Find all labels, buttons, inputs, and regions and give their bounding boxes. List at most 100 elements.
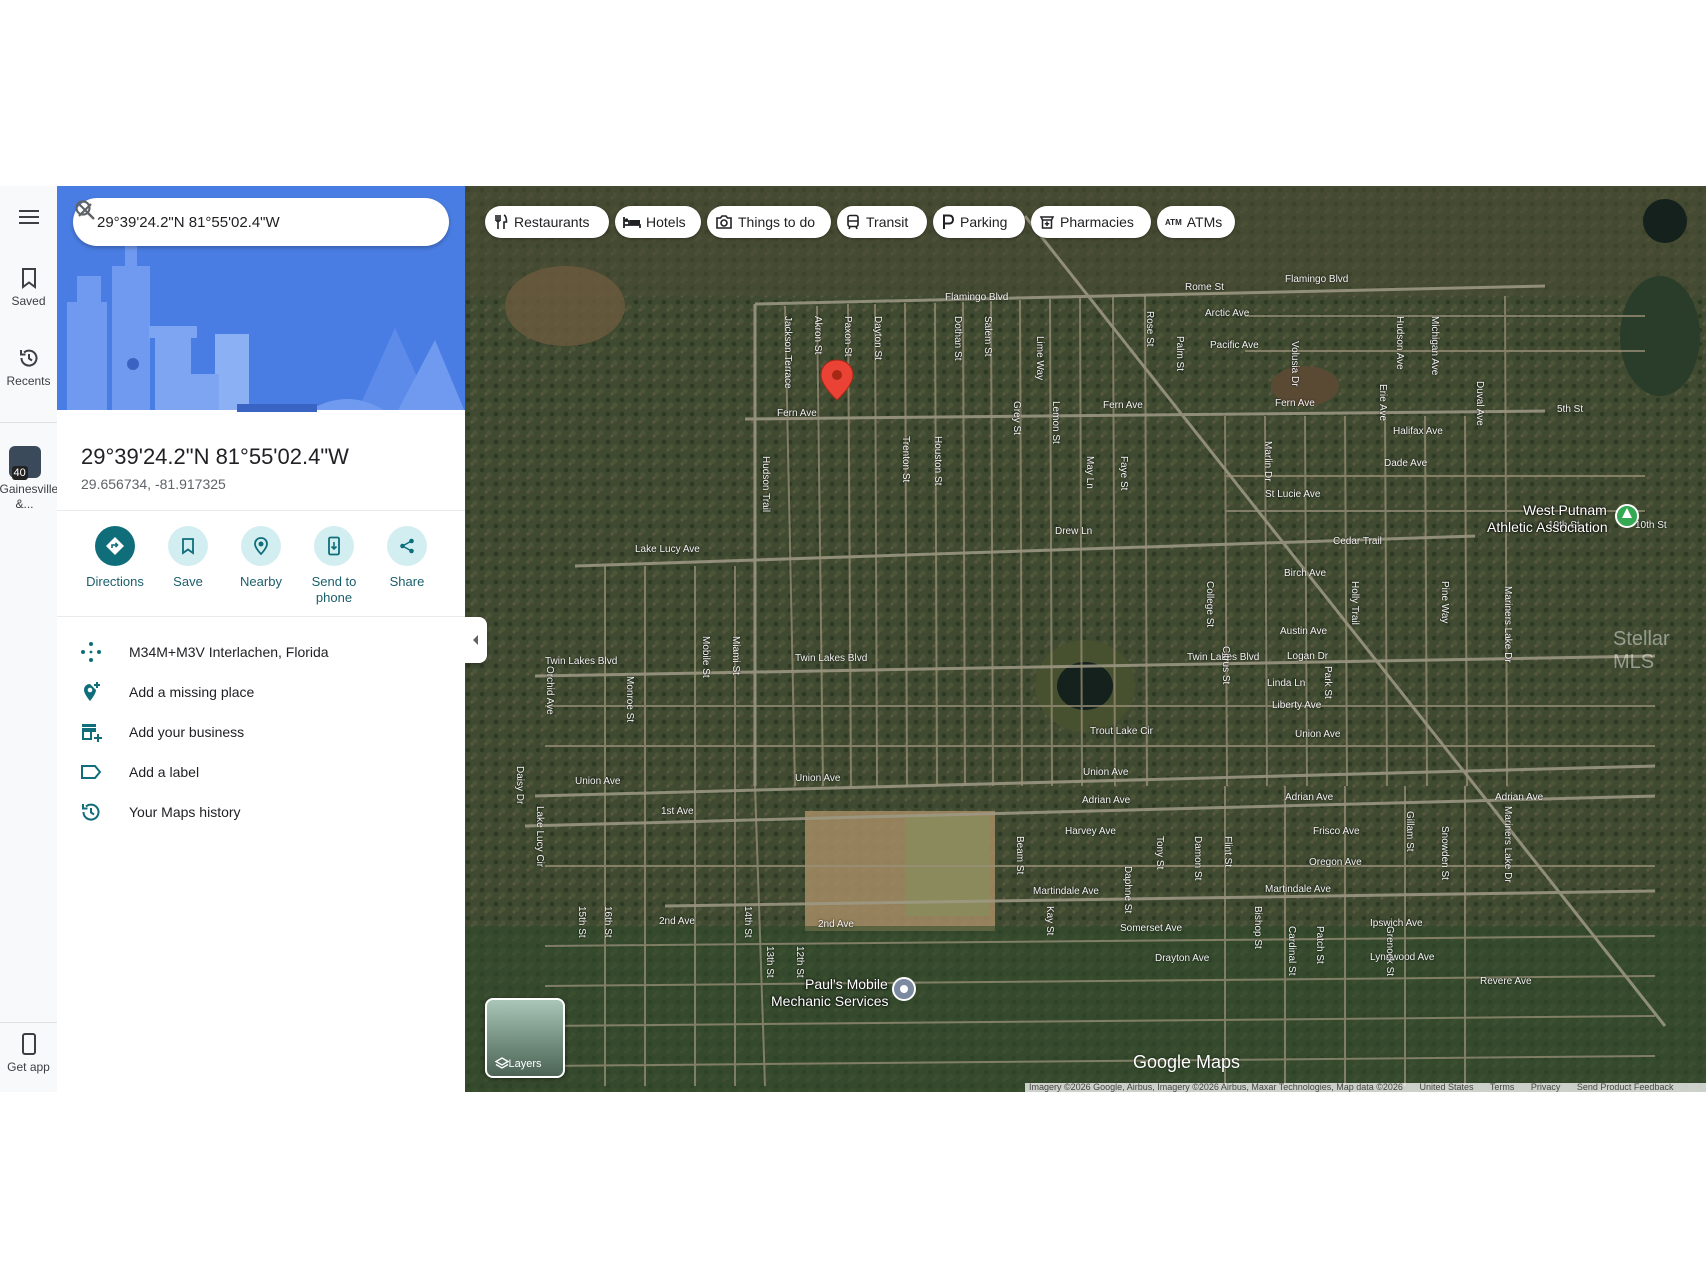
add-missing-place-row[interactable]: Add a missing place [57, 672, 465, 712]
restaurant-icon [495, 214, 508, 229]
street-label: Liberty Ave [1272, 700, 1322, 711]
rail-recent-place-button[interactable]: 40 Gainesville &... [0, 446, 58, 512]
directions-label: Directions [86, 574, 144, 589]
layers-button[interactable]: Layers [485, 998, 565, 1078]
chip-pharmacies[interactable]: Pharmacies [1031, 206, 1151, 238]
label-icon [81, 765, 102, 779]
privacy-link[interactable]: Privacy [1531, 1083, 1561, 1092]
directions-button[interactable]: Directions [79, 526, 151, 590]
maps-history-row[interactable]: Your Maps history [57, 792, 465, 832]
street-label: Oregon Ave [1309, 857, 1362, 868]
chip-atms[interactable]: ATM ATMs [1157, 206, 1235, 238]
street-label: Halifax Ave [1393, 426, 1443, 437]
street-label: Martindale Ave [1265, 884, 1331, 895]
chip-transit[interactable]: Transit [837, 206, 927, 238]
save-label: Save [173, 574, 203, 589]
chip-things-to-do[interactable]: Things to do [707, 206, 831, 238]
street-label: Austin Ave [1280, 626, 1328, 637]
search-input[interactable] [97, 212, 337, 232]
street-label: Twin Lakes Blvd [795, 653, 868, 664]
street-label: Gillam St [1404, 811, 1415, 852]
street-label: 16th St [602, 906, 613, 938]
rail-recents-button[interactable]: Recents [0, 346, 57, 388]
chip-restaurants-label: Restaurants [514, 214, 590, 230]
street-label: Houston St [932, 436, 943, 486]
street-label: Ipswich Ave [1370, 918, 1423, 929]
poi-label-west-putnam-line1[interactable]: West Putnam [1523, 502, 1607, 518]
camera-icon [716, 215, 732, 229]
street-label: 5th St [1557, 404, 1584, 415]
street-label: Grenock St [1384, 926, 1395, 977]
menu-icon [18, 210, 39, 224]
nearby-button[interactable]: Nearby [225, 526, 297, 590]
menu-button[interactable] [0, 208, 57, 230]
bookmark-icon [168, 526, 208, 566]
add-label-text: Add a label [129, 764, 200, 780]
street-label: Logan Dr [1287, 651, 1329, 662]
chip-hotels[interactable]: Hotels [615, 206, 701, 238]
close-icon[interactable] [73, 198, 97, 222]
rail-get-app-label: Get app [7, 1060, 50, 1074]
rail-get-app-button[interactable]: Get app [0, 1032, 57, 1074]
poi-label-west-putnam-line2[interactable]: Athletic Association [1487, 519, 1608, 535]
street-label: Rose St [1144, 311, 1155, 347]
street-label: Jackson Terrace [782, 316, 793, 389]
add-location-icon [84, 682, 100, 701]
street-label: Bishop St [1252, 906, 1263, 949]
street-label: Union Ave [1083, 767, 1129, 778]
chip-restaurants[interactable]: Restaurants [485, 206, 609, 238]
street-label: Union Ave [1295, 729, 1341, 740]
chip-parking[interactable]: Parking [933, 206, 1025, 238]
street-label: Linda Ln [1267, 678, 1306, 689]
street-label: Citrus St [1220, 646, 1231, 685]
terms-link[interactable]: Terms [1490, 1083, 1515, 1092]
plus-code-row[interactable]: M34M+M3V Interlachen, Florida [57, 632, 465, 672]
street-label: Kay St [1044, 906, 1055, 936]
street-label: Duval Ave [1474, 381, 1485, 426]
collapse-panel-button[interactable] [465, 617, 487, 663]
street-label: 12th St [794, 946, 805, 978]
street-label: Grey St [1011, 401, 1022, 435]
street-label: Frisco Ave [1313, 826, 1360, 837]
street-label: Union Ave [795, 773, 841, 784]
chevron-left-icon [473, 635, 478, 645]
feedback-link[interactable]: Send Product Feedback [1577, 1083, 1674, 1092]
attribution-country[interactable]: United States [1419, 1083, 1473, 1092]
street-label: Snowden St [1439, 826, 1450, 880]
street-label: 2nd Ave [659, 916, 695, 927]
hotel-icon [623, 217, 641, 228]
save-button[interactable]: Save [152, 526, 224, 590]
divider [57, 616, 465, 617]
poi-label-pauls-line2[interactable]: Mechanic Services [771, 993, 889, 1009]
share-button[interactable]: Share [371, 526, 443, 590]
street-label: Flamingo Blvd [945, 292, 1009, 303]
add-business-row[interactable]: Add your business [57, 712, 465, 752]
map-canvas[interactable]: Stellar MLS Flamingo Blvd Rome St Flamingo… [465, 186, 1706, 1092]
rail-saved-label: Saved [11, 294, 46, 308]
poi-label-pauls-line1[interactable]: Paul's Mobile [805, 976, 888, 992]
street-label: Orchid Ave [544, 666, 555, 715]
side-panel: 29°39'24.2"N 81°55'02.4"W 29.656734, -81… [57, 186, 465, 1092]
street-label: Damon St [1192, 836, 1203, 881]
plus-code-text: M34M+M3V Interlachen, Florida [129, 644, 329, 660]
rail-divider [0, 1022, 57, 1023]
nearby-label: Nearby [240, 574, 282, 589]
maps-history-text: Your Maps history [129, 804, 241, 820]
street-label: Trenton St [900, 436, 911, 483]
recent-place-badge: 40 [11, 466, 28, 480]
send-to-phone-button[interactable]: Send to phone [298, 526, 370, 606]
add-label-row[interactable]: Add a label [57, 752, 465, 792]
street-label: Twin Lakes Blvd [545, 656, 618, 667]
poi-marker-icon[interactable] [892, 977, 916, 1001]
atm-icon: ATM [1165, 217, 1182, 227]
street-label: Arctic Ave [1205, 308, 1250, 319]
street-label: Dayton St [872, 316, 883, 360]
street-label: Revere Ave [1480, 976, 1532, 987]
left-rail: Saved Recents 40 Gainesville &... Get ap… [0, 186, 58, 1092]
street-label: Mobile St [700, 636, 711, 678]
directions-icon [95, 526, 135, 566]
street-label: Volusia Dr [1289, 341, 1300, 387]
street-label: Hudson Trail [760, 456, 771, 513]
rail-saved-button[interactable]: Saved [0, 266, 57, 308]
pharmacy-icon [1039, 216, 1055, 229]
